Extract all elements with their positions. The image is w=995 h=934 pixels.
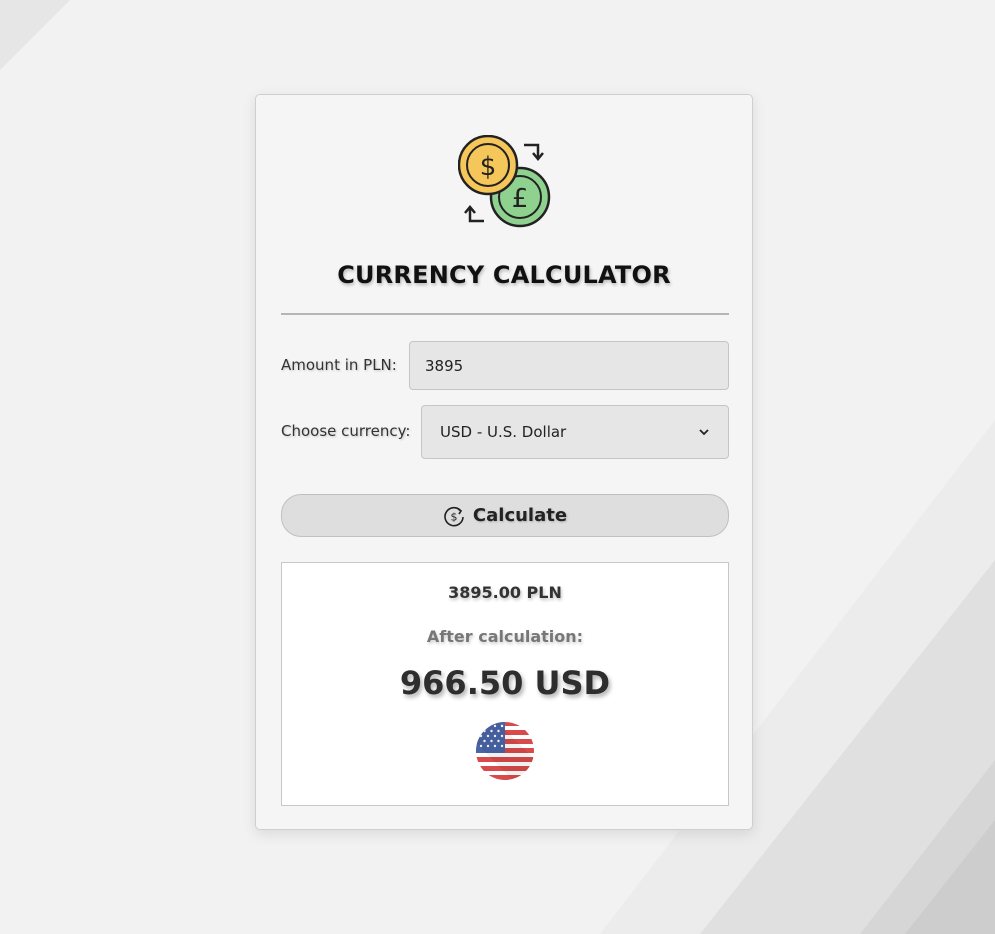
- svg-text:£: £: [512, 184, 529, 214]
- currency-exchange-icon: £ $: [458, 135, 551, 228]
- svg-text:$: $: [480, 152, 497, 182]
- currency-select[interactable]: USD - U.S. Dollar: [421, 405, 729, 459]
- dollar-refresh-icon: $: [444, 506, 464, 526]
- chevron-down-icon: [699, 429, 709, 436]
- svg-text:$: $: [450, 510, 457, 523]
- calculator-card: £ $ CURRENCY CALCULATOR Amount in PLN: C…: [255, 94, 753, 830]
- result-output-amount: 966.50 USD: [399, 664, 611, 702]
- result-caption: After calculation:: [426, 627, 584, 646]
- currency-label: Choose currency:: [281, 422, 411, 440]
- currency-select-value: USD - U.S. Dollar: [440, 423, 567, 441]
- amount-input[interactable]: [409, 341, 729, 390]
- result-panel: 3895.00 PLN After calculation: 966.50 US…: [281, 562, 729, 806]
- page-title: CURRENCY CALCULATOR: [337, 261, 671, 289]
- amount-label: Amount in PLN:: [281, 356, 397, 374]
- calculate-button-label: Calculate: [472, 505, 568, 526]
- calculate-button[interactable]: $ Calculate: [281, 494, 729, 537]
- result-input-amount: 3895.00 PLN: [448, 583, 562, 602]
- us-flag-icon: [476, 722, 534, 780]
- title-divider: [281, 313, 729, 315]
